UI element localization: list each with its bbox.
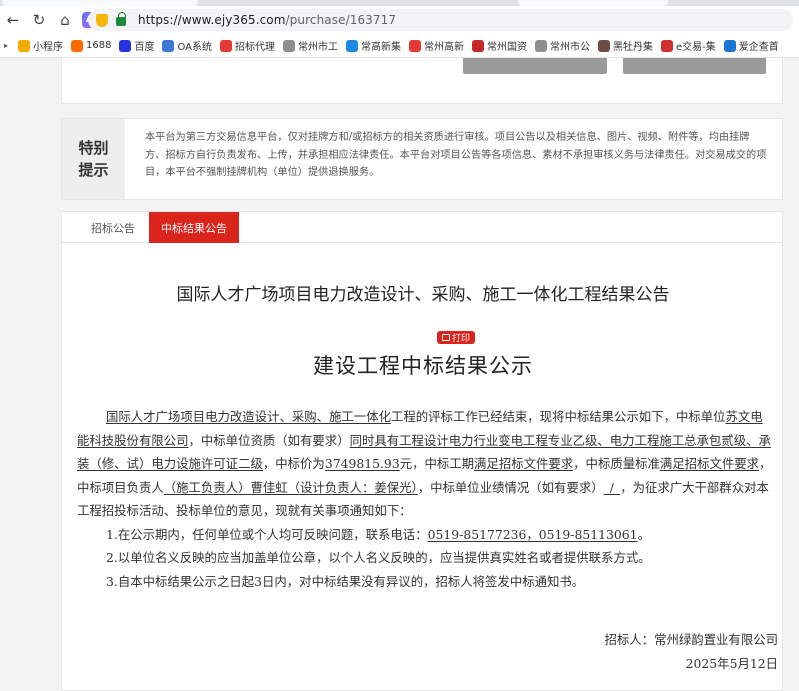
bookmark-favicon-icon	[18, 39, 31, 52]
quality-standard: 满足招标文件要求	[659, 456, 760, 471]
bookmark-favicon-icon	[119, 39, 132, 52]
bookmark-favicon-icon	[661, 39, 674, 52]
announcement-body: 国际人才广场项目电力改造设计、采购、施工一体化工程的评标工作已经结束，现将中标结…	[77, 405, 772, 593]
document-subtitle: 建设工程中标结果公示	[313, 354, 533, 378]
list-item: 2.以单位名义反映的应当加盖单位公章，以个人名义反映的，应当提供真实姓名或者提供…	[106, 550, 651, 565]
home-icon[interactable]: ⌂	[52, 7, 78, 33]
lock-icon[interactable]	[116, 12, 126, 26]
bookmark-favicon-icon	[346, 39, 359, 52]
bookmark-favicon-icon	[472, 39, 485, 52]
shield-icon[interactable]	[96, 13, 108, 27]
page-content: 特别 提示 本平台为第三方交易信息平台，仅对挂牌方和/或招标方的相关资质进行审核。…	[0, 58, 799, 691]
bookmark-favicon-icon	[283, 39, 296, 52]
announcement-title: 国际人才广场项目电力改造设计、采购、施工一体化工程结果公告	[176, 285, 670, 305]
print-label: 打印	[452, 334, 471, 344]
announcement-tabs: 招标公告 中标结果公告	[62, 212, 782, 243]
browser-toolbar: ← ↻ ⌂ AI https://www.ejy365.com/purchase…	[0, 6, 799, 34]
announcement-card: 招标公告 中标结果公告 国际人才广场项目电力改造设计、采购、施工一体化工程结果公…	[61, 211, 783, 691]
bookmark-item[interactable]: 黑牡丹集	[598, 38, 653, 53]
bookmark-item[interactable]: 常高新集	[346, 38, 401, 53]
performance: _/_	[603, 479, 621, 495]
list-item: 3.自本中标结果公示之日起3日内，对中标结果没有异议的，招标人将签发中标通知书。	[106, 573, 585, 589]
bookmark-item[interactable]: 百度	[119, 38, 154, 53]
notice-text: 本平台为第三方交易信息平台，仅对挂牌方和/或招标方的相关资质进行审核。项目公告以…	[145, 132, 767, 178]
project-info-card	[61, 58, 783, 104]
bookmark-item[interactable]: 常州高新	[409, 38, 464, 53]
back-icon[interactable]: ←	[0, 7, 26, 33]
bookmark-item[interactable]: 常州国资	[472, 38, 527, 53]
bookmark-favicon-icon	[409, 39, 422, 52]
address-bar[interactable]: https://www.ejy365.com/purchase/163717	[88, 9, 793, 31]
bookmark-item[interactable]: 小程序	[18, 38, 63, 53]
bookmark-item[interactable]: 爱企查首	[723, 38, 779, 53]
special-notice: 特别 提示 本平台为第三方交易信息平台，仅对挂牌方和/或招标方的相关资质进行审核。…	[61, 118, 783, 200]
reload-icon[interactable]: ↻	[26, 7, 52, 33]
announcement-date: 2025年5月12日	[685, 656, 778, 671]
project-manager: （施工负责人）曹佳虹（设计负责人：姜保光）	[163, 479, 418, 495]
bookmark-item[interactable]: 1688	[71, 39, 111, 52]
url-text[interactable]: https://www.ejy365.com/purchase/163717	[138, 13, 396, 27]
action-button[interactable]	[463, 58, 607, 74]
tab-bid-notice[interactable]: 招标公告	[62, 212, 149, 243]
award-period: 满足招标文件要求	[474, 456, 574, 471]
bookmark-favicon-icon	[71, 39, 84, 52]
print-button[interactable]: 打印	[437, 331, 476, 344]
printer-icon	[442, 334, 450, 341]
bookmark-item[interactable]: 常州市公	[535, 38, 590, 53]
bookmark-favicon-icon	[598, 39, 611, 52]
main-paragraph: 国际人才广场项目电力改造设计、采购、施工一体化工程的评标工作已经结束，现将中标结…	[77, 409, 772, 518]
bookmarks-bar: ▸ 小程序 1688 百度 OA系统 招标代理 常州市工 常高新集 常州高新 常…	[0, 34, 799, 58]
bookmark-favicon-icon	[723, 39, 736, 52]
award-price: 3749815.93	[324, 456, 400, 471]
contact-phone: 0519-85177236，0519-85113061	[427, 526, 638, 542]
list-item: 1.在公示期内，任何单位或个人均可反映问题，联系电话：0519-85177236…	[106, 526, 650, 542]
bookmark-favicon-icon	[535, 39, 548, 52]
bookmark-item[interactable]: 招标代理	[220, 38, 275, 53]
tab-award-notice[interactable]: 中标结果公告	[149, 212, 239, 243]
project-name: 国际人才广场项目电力改造设计、采购、施工一体化	[106, 409, 391, 424]
notice-heading: 特别 提示	[62, 119, 125, 199]
bookmark-item[interactable]: 常州市工	[283, 38, 338, 53]
signer: 招标人：常州绿韵置业有限公司	[604, 632, 778, 647]
bookmark-favicon-icon	[220, 39, 233, 52]
bookmark-item[interactable]: e交易-集	[661, 38, 716, 53]
action-button[interactable]	[623, 58, 766, 74]
caret-icon: ▸	[4, 41, 9, 50]
bookmark-item[interactable]: OA系统	[162, 38, 212, 53]
bookmark-favicon-icon	[162, 39, 175, 52]
bookmark-folder[interactable]: ▸	[4, 41, 10, 50]
